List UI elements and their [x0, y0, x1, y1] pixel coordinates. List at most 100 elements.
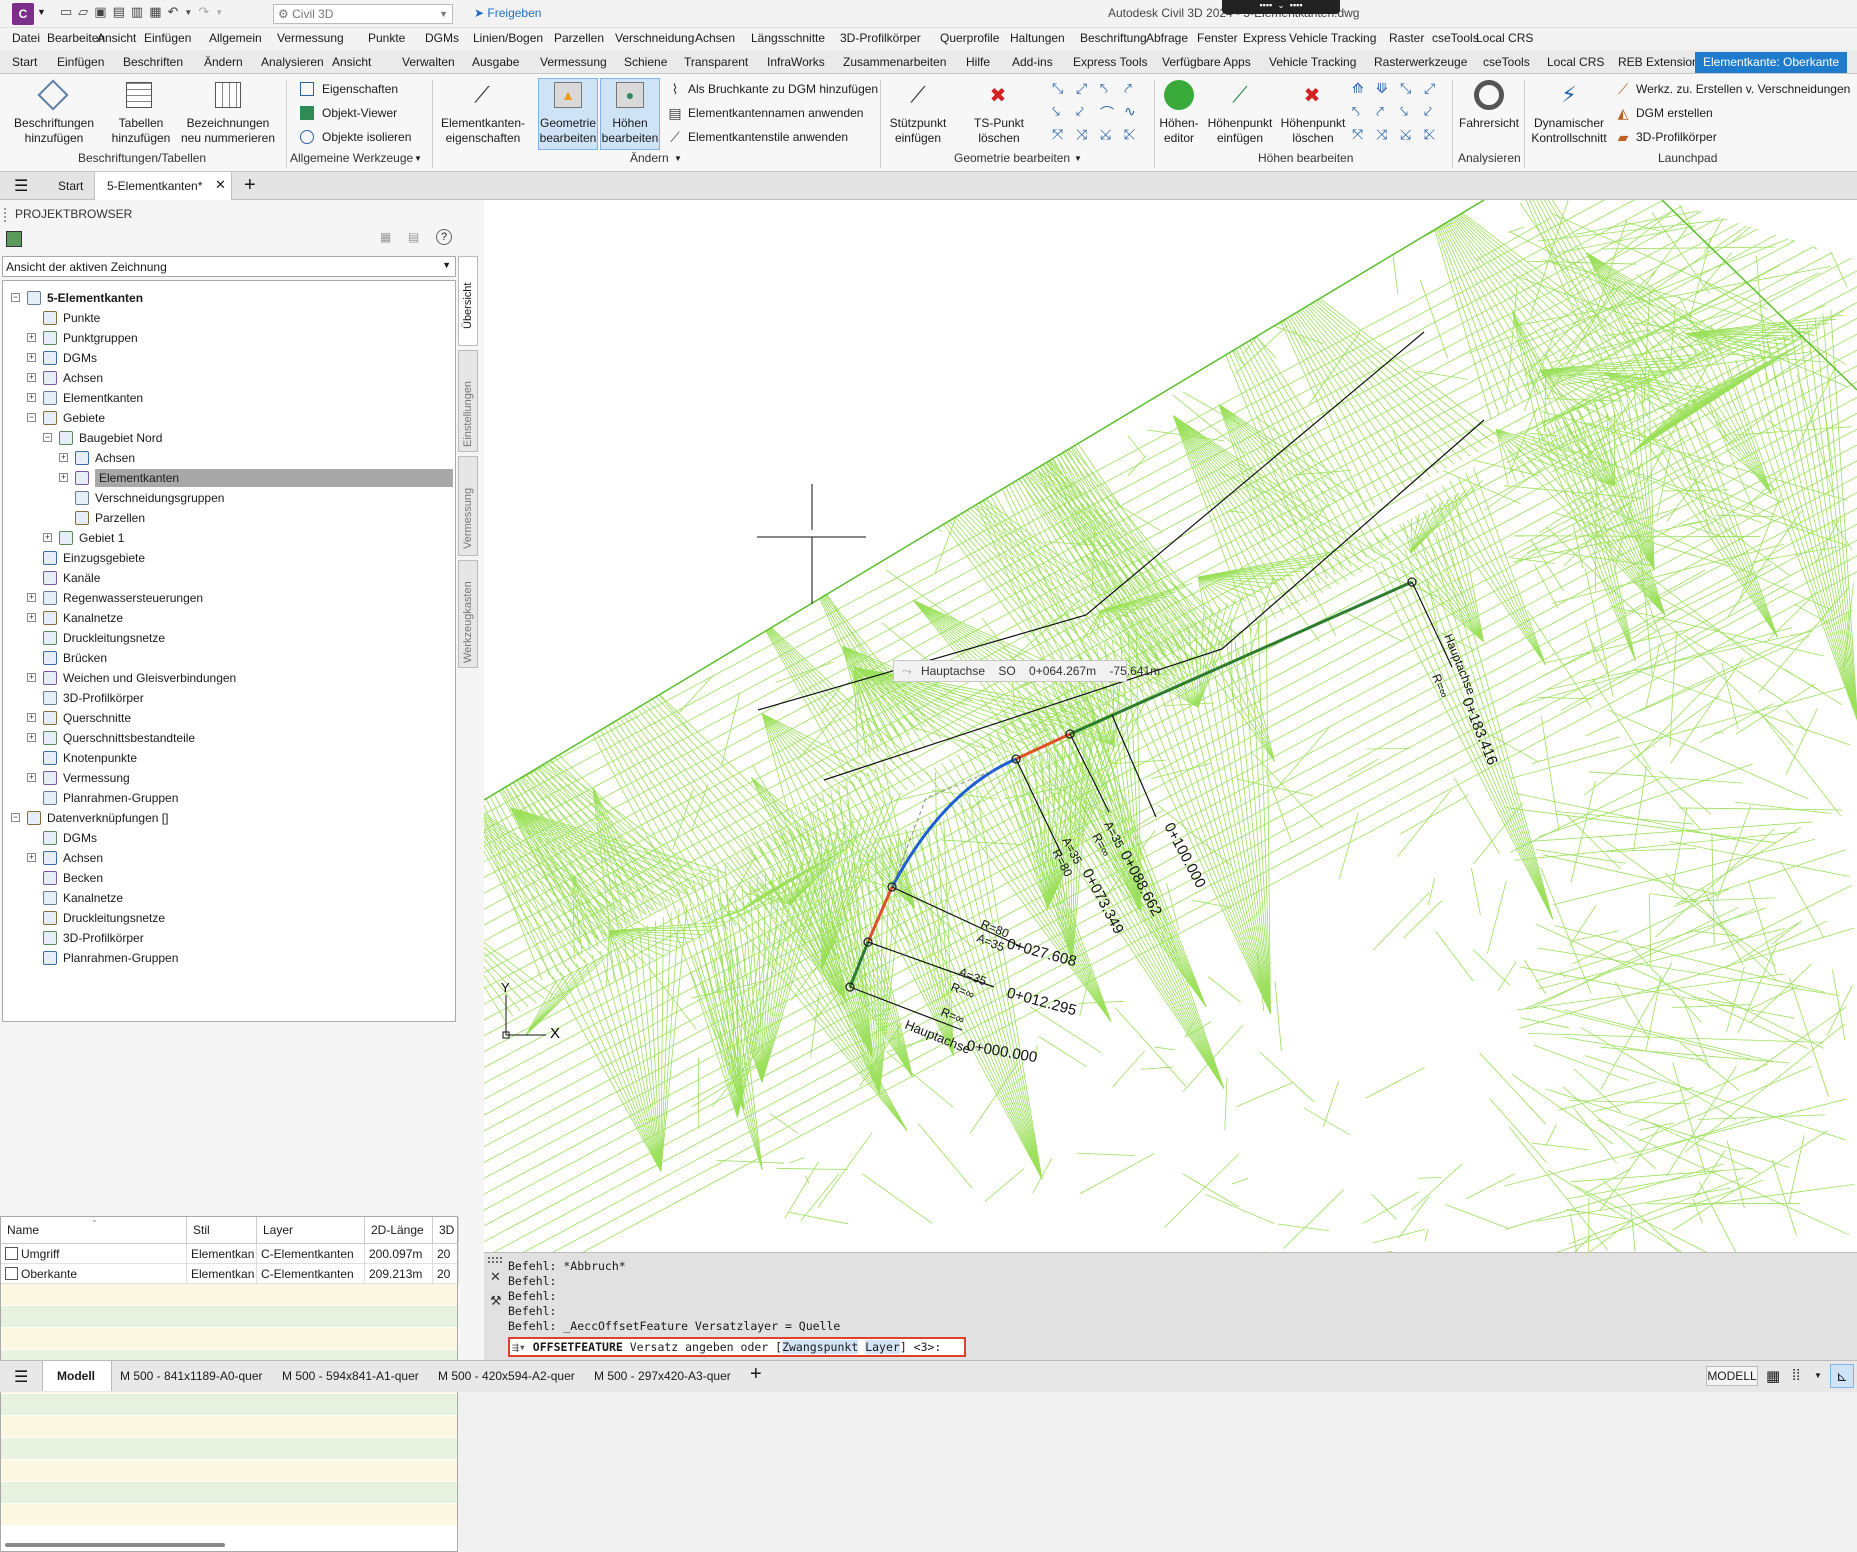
tree-item[interactable]: DGMs — [63, 349, 97, 367]
item-view-icon[interactable]: ▦ — [380, 230, 391, 244]
menu-16[interactable]: Beschriftung — [1080, 31, 1147, 45]
tree-item[interactable]: Datenverknüpfungen [] — [47, 809, 168, 827]
grading-creation-tools-button[interactable]: Werkz. zu. Erstellen v. Verschneidungen — [1636, 82, 1850, 96]
tree-item[interactable]: Planrahmen-Gruppen — [63, 789, 178, 807]
tree-expander[interactable]: + — [27, 773, 36, 782]
redo-icon[interactable]: ↷ — [198, 4, 209, 24]
layout-tab-model[interactable]: Modell — [42, 1361, 112, 1391]
tab-start[interactable]: Start — [58, 179, 83, 193]
new-file-icon[interactable]: ▭ — [60, 4, 72, 24]
smooth-icon[interactable]: ∿ — [1124, 103, 1148, 126]
menu-11[interactable]: Achsen — [695, 31, 735, 45]
menu-17[interactable]: Abfrage — [1146, 31, 1188, 45]
tree-item[interactable]: DGMs — [63, 829, 97, 847]
tree-item[interactable]: Querschnitte — [63, 709, 131, 727]
ribbon-tab-9[interactable]: Schiene — [624, 55, 667, 69]
tree-expander[interactable]: + — [27, 733, 36, 742]
option-layer[interactable]: Layer — [865, 1340, 900, 1354]
dynamic-section-button[interactable]: Dynamischer Kontrollschnitt — [1530, 116, 1608, 146]
tree-item[interactable]: Kanalnetze — [63, 889, 123, 907]
add-layout-icon[interactable]: + — [750, 1363, 762, 1386]
option-zwangspunkt[interactable]: Zwangspunkt — [782, 1340, 858, 1354]
ribbon-tab-4[interactable]: Analysieren — [261, 55, 324, 69]
save-icon[interactable]: ▣ — [94, 4, 106, 24]
layout-tab-a3[interactable]: M 500 - 297x420-A3-quer — [594, 1369, 731, 1383]
ribbon-tab-22[interactable]: Elementkante: Oberkante — [1695, 52, 1847, 73]
model-space-button[interactable]: MODELL — [1706, 1366, 1758, 1386]
elevation-editor-button[interactable]: Höhen- editor — [1156, 116, 1202, 146]
ribbon-tab-20[interactable]: Local CRS — [1547, 55, 1604, 69]
insert-elevation-point-button[interactable]: Höhenpunkt einfügen — [1204, 116, 1276, 146]
break-icon[interactable]: ⤡ — [1052, 80, 1076, 103]
ribbon-tab-17[interactable]: Vehicle Tracking — [1269, 55, 1356, 69]
close-tab-icon[interactable]: ✕ — [215, 177, 226, 193]
layout-menu-icon[interactable]: ☰ — [14, 1367, 28, 1387]
horizontal-scrollbar[interactable] — [5, 1543, 225, 1547]
tree-expander[interactable]: − — [11, 813, 20, 822]
menu-21[interactable]: Raster — [1389, 31, 1424, 45]
tree-expander[interactable]: + — [59, 473, 68, 482]
side-tab-vermessung[interactable]: Vermessung — [458, 456, 478, 556]
raise-incrementally-icon[interactable]: ⤧ — [1352, 126, 1376, 149]
panel-grip[interactable] — [4, 208, 8, 222]
create-surface-button[interactable]: DGM erstellen — [1636, 106, 1713, 120]
edit-pi-icon[interactable]: ⤪ — [1124, 126, 1148, 149]
panel-expand-aendern-icon[interactable]: ▼ — [674, 154, 682, 163]
cmd-grip[interactable] — [488, 1257, 502, 1263]
tree-item[interactable]: Querschnittsbestandteile — [63, 729, 195, 747]
tree-item[interactable]: Kanäle — [63, 569, 100, 587]
menu-7[interactable]: DGMs — [425, 31, 459, 45]
tree-item[interactable]: Achsen — [63, 849, 103, 867]
menu-15[interactable]: Haltungen — [1010, 31, 1065, 45]
tree-item[interactable]: Verschneidungsgruppen — [95, 489, 224, 507]
tree-expander[interactable]: + — [43, 533, 52, 542]
tree-item[interactable]: Elementkanten — [95, 469, 453, 487]
elev-from-reference-icon[interactable]: ⤦ — [1424, 103, 1448, 126]
redo-dropdown-icon[interactable]: ▼ — [215, 8, 223, 24]
open-file-icon[interactable]: ▱ — [78, 4, 88, 24]
feature-line-properties-button[interactable]: Elementkanten- eigenschaften — [438, 116, 528, 146]
tree-expander[interactable]: + — [27, 593, 36, 602]
tree-expander[interactable]: − — [43, 433, 52, 442]
ortho-icon[interactable]: ⊾ — [1830, 1364, 1854, 1388]
help-icon[interactable]: ? — [436, 229, 452, 245]
raise-lower-by-reference-icon[interactable]: ⤨ — [1376, 126, 1400, 149]
panel-expand-geometrie-icon[interactable]: ▼ — [1074, 154, 1082, 163]
tree-item[interactable]: Druckleitungsnetze — [63, 909, 165, 927]
table-header-cell[interactable]: Layer — [263, 1217, 365, 1243]
table-header-cell[interactable]: Stil — [193, 1217, 257, 1243]
apply-feature-line-styles-button[interactable]: Elementkantenstile anwenden — [688, 130, 848, 144]
table-header-cell[interactable]: 3D — [439, 1217, 459, 1243]
app-logo[interactable]: C — [12, 3, 34, 25]
side-tab-einstellungen[interactable]: Einstellungen — [458, 350, 478, 452]
menu-2[interactable]: Ansicht — [97, 31, 136, 45]
delete-elevation-point-button[interactable]: Höhenpunkt löschen — [1278, 116, 1348, 146]
model-viewport[interactable]: HauptachseR=∞0+000.000A=35R=∞0+012.295R=… — [484, 200, 1857, 1252]
ribbon-tab-6[interactable]: Verwalten — [402, 55, 455, 69]
extend-icon[interactable]: ⤧ — [1052, 126, 1076, 149]
table-row[interactable]: UmgriffElementkanC-Elementkanten200.097m… — [1, 1244, 457, 1264]
grade-extension-icon[interactable]: ⤥ — [1400, 103, 1424, 126]
elevation-from-surface-icon[interactable]: ⤪ — [1424, 126, 1448, 149]
trim-icon[interactable]: ⤢ — [1076, 80, 1100, 103]
panel-expand-icon[interactable]: ▼ — [414, 154, 422, 163]
tree-item[interactable]: Achsen — [63, 369, 103, 387]
ribbon-tab-5[interactable]: Ansicht — [332, 55, 371, 69]
add-tables-button[interactable]: Tabellen hinzufügen — [108, 116, 174, 146]
app-menu-arrow-icon[interactable]: ▼ — [37, 7, 46, 17]
menu-23[interactable]: Local CRS — [1476, 31, 1533, 45]
menu-4[interactable]: Allgemein — [209, 31, 262, 45]
command-input[interactable]: ⇶▾ OFFSETFEATURE Versatz angeben oder [Z… — [508, 1337, 966, 1357]
print-icon[interactable]: ▦ — [149, 4, 161, 24]
tree-expander[interactable]: + — [27, 373, 36, 382]
tree-expander[interactable]: − — [27, 413, 36, 422]
properties-button[interactable]: Eigenschaften — [322, 82, 398, 96]
ribbon-tab-8[interactable]: Vermessung — [540, 55, 607, 69]
tree-item[interactable]: Planrahmen-Gruppen — [63, 949, 178, 967]
menu-12[interactable]: Längsschnitte — [751, 31, 825, 45]
tree-item[interactable]: Druckleitungsnetze — [63, 629, 165, 647]
tree-expander[interactable]: + — [27, 713, 36, 722]
menu-0[interactable]: Datei — [12, 31, 40, 45]
tree-expander[interactable]: + — [27, 353, 36, 362]
menu-19[interactable]: Express — [1243, 31, 1286, 45]
